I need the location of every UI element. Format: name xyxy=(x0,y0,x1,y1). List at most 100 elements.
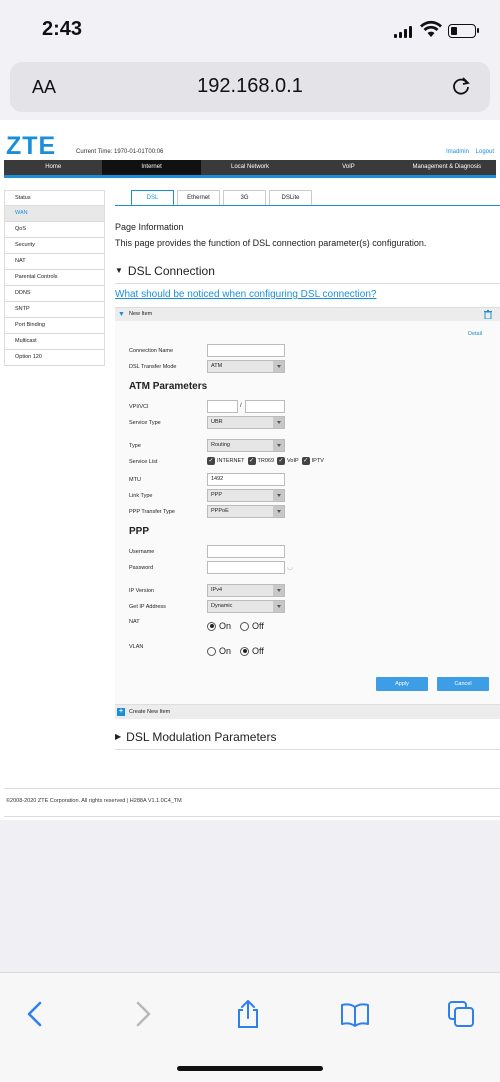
type-label: Type xyxy=(129,443,141,449)
expand-triangle-icon: ▶ xyxy=(115,732,122,741)
nat-off-label: Off xyxy=(252,621,264,631)
mtu-input[interactable]: 1492 xyxy=(207,473,285,486)
password-input[interactable] xyxy=(207,561,285,574)
nat-on-radio[interactable]: On xyxy=(207,621,231,631)
page-info-title: Page Information xyxy=(115,222,184,232)
current-time: Current Time: 1970-01-01T00:06 xyxy=(76,149,164,155)
sidebar-item-ddns[interactable]: DDNS xyxy=(4,286,105,302)
service-type-select[interactable]: UBR xyxy=(207,416,285,429)
vlan-on-radio[interactable]: On xyxy=(207,646,231,656)
type-value: Routing xyxy=(211,442,230,448)
link-type-value: PPP xyxy=(211,492,223,498)
checkmark-icon: ✓ xyxy=(207,457,215,465)
tabs-divider xyxy=(115,205,500,206)
top-nav: Home Internet Local Network VoIP Managem… xyxy=(4,160,496,175)
vlan-label: VLAN xyxy=(129,644,144,650)
apply-button[interactable]: Apply xyxy=(376,677,428,691)
service-list-label: Service List xyxy=(129,459,158,465)
back-icon[interactable] xyxy=(20,999,50,1029)
sidebar-item-parental-controls[interactable]: Parental Controls xyxy=(4,270,105,286)
ppp-transfer-select[interactable]: PPPoE xyxy=(207,505,285,518)
transfer-mode-value: ATM xyxy=(211,363,223,369)
vlan-on-label: On xyxy=(219,646,232,656)
vci-input[interactable] xyxy=(245,400,285,413)
sidebar-item-wan[interactable]: WAN xyxy=(4,206,105,222)
checkmark-icon: ✓ xyxy=(277,457,286,465)
cancel-button[interactable]: Cancel xyxy=(437,677,489,691)
checkmark-icon: ✓ xyxy=(301,457,310,465)
footer-divider xyxy=(4,816,500,817)
url-text[interactable]: 192.168.0.1 xyxy=(10,75,490,98)
nav-home[interactable]: Home xyxy=(4,160,102,175)
nav-management-diagnosis[interactable]: Management & Diagnosis xyxy=(398,160,496,175)
tab-ethernet[interactable]: Ethernet xyxy=(177,190,220,206)
ip-version-label: IP Version xyxy=(129,588,154,594)
radio-unselected-icon xyxy=(207,646,216,656)
share-icon[interactable] xyxy=(233,999,263,1029)
tabs-icon[interactable] xyxy=(446,999,476,1029)
tab-dslite[interactable]: DSLite xyxy=(269,190,312,206)
show-password-icon[interactable]: ◡ xyxy=(287,563,293,571)
get-ip-label: Get IP Address xyxy=(129,604,166,610)
bookmarks-icon[interactable] xyxy=(340,999,370,1029)
service-internet-label: INTERNET xyxy=(217,458,245,464)
dsl-connection-heading[interactable]: ▼ DSL Connection xyxy=(115,264,215,278)
address-bar[interactable]: AA 192.168.0.1 xyxy=(10,62,490,112)
connection-name-label: Connection Name xyxy=(129,348,174,354)
dropdown-caret-icon xyxy=(277,421,281,424)
dropdown-caret-icon xyxy=(277,510,281,513)
sidebar-item-option-120[interactable]: Option 120 xyxy=(4,350,105,366)
service-internet-checkbox[interactable]: ✓ INTERNET xyxy=(207,457,245,465)
username-link[interactable]: lmadmin xyxy=(446,149,469,155)
transfer-mode-select[interactable]: ATM xyxy=(207,360,285,373)
sidebar-item-port-binding[interactable]: Port Binding xyxy=(4,318,105,334)
username-label: Username xyxy=(129,549,155,555)
vpi-input[interactable] xyxy=(207,400,238,413)
new-item-bar[interactable]: ▼ New Item xyxy=(115,307,500,321)
get-ip-select[interactable]: Dynamic xyxy=(207,600,285,613)
service-tr069-checkbox[interactable]: ✓ TR069 xyxy=(247,457,275,465)
service-iptv-label: IPTV xyxy=(311,458,324,464)
status-time: 2:43 xyxy=(42,18,83,40)
sidebar-item-status[interactable]: Status xyxy=(4,190,105,206)
nav-local-network[interactable]: Local Network xyxy=(201,160,299,175)
sidebar-item-sntp[interactable]: SNTP xyxy=(4,302,105,318)
vlan-off-radio[interactable]: Off xyxy=(240,646,264,656)
nav-internet[interactable]: Internet xyxy=(102,160,201,175)
modulation-heading[interactable]: ▶ DSL Modulation Parameters xyxy=(115,730,276,744)
link-type-select[interactable]: PPP xyxy=(207,489,285,502)
checkmark-icon: ✓ xyxy=(247,457,256,465)
reload-icon[interactable] xyxy=(450,75,472,97)
notice-link[interactable]: What should be noticed when configuring … xyxy=(115,289,376,300)
service-voip-label: VoIP xyxy=(287,458,299,464)
create-new-item-bar[interactable]: + Create New Item xyxy=(115,705,500,719)
sidebar-item-security[interactable]: Security xyxy=(4,238,105,254)
logout-link[interactable]: Logout xyxy=(476,149,494,155)
dsl-connection-label: DSL Connection xyxy=(127,264,215,278)
nat-off-radio[interactable]: Off xyxy=(240,621,264,631)
page-info-text: This page provides the function of DSL c… xyxy=(115,238,427,248)
trash-icon[interactable] xyxy=(484,310,492,319)
nav-voip[interactable]: VoIP xyxy=(299,160,397,175)
address-bar-area: AA 192.168.0.1 xyxy=(0,58,500,120)
tab-dsl[interactable]: DSL xyxy=(131,190,174,206)
sidebar-item-multicast[interactable]: Multicast xyxy=(4,334,105,350)
mtu-label: MTU xyxy=(129,477,141,483)
ip-version-select[interactable]: IPv4 xyxy=(207,584,285,597)
create-new-item-label: Create New Item xyxy=(129,709,171,715)
sidebar-item-qos[interactable]: QoS xyxy=(4,222,105,238)
sidebar-item-nat[interactable]: NAT xyxy=(4,254,105,270)
tab-3g[interactable]: 3G xyxy=(223,190,266,206)
username-input[interactable] xyxy=(207,545,285,558)
detail-link[interactable]: Detail xyxy=(468,331,482,337)
ip-version-value: IPv4 xyxy=(211,587,223,593)
service-tr069-label: TR069 xyxy=(257,458,275,464)
service-iptv-checkbox[interactable]: ✓ IPTV xyxy=(301,457,324,465)
service-voip-checkbox[interactable]: ✓ VoIP xyxy=(277,457,299,465)
service-list-checkboxes: ✓ INTERNET ✓ TR069 ✓ VoIP ✓ IPTV xyxy=(207,457,327,465)
vlan-off-label: Off xyxy=(252,646,264,656)
section-divider xyxy=(115,283,500,284)
type-select[interactable]: Routing xyxy=(207,439,285,452)
connection-name-input[interactable] xyxy=(207,344,285,357)
forward-icon[interactable] xyxy=(128,999,158,1029)
